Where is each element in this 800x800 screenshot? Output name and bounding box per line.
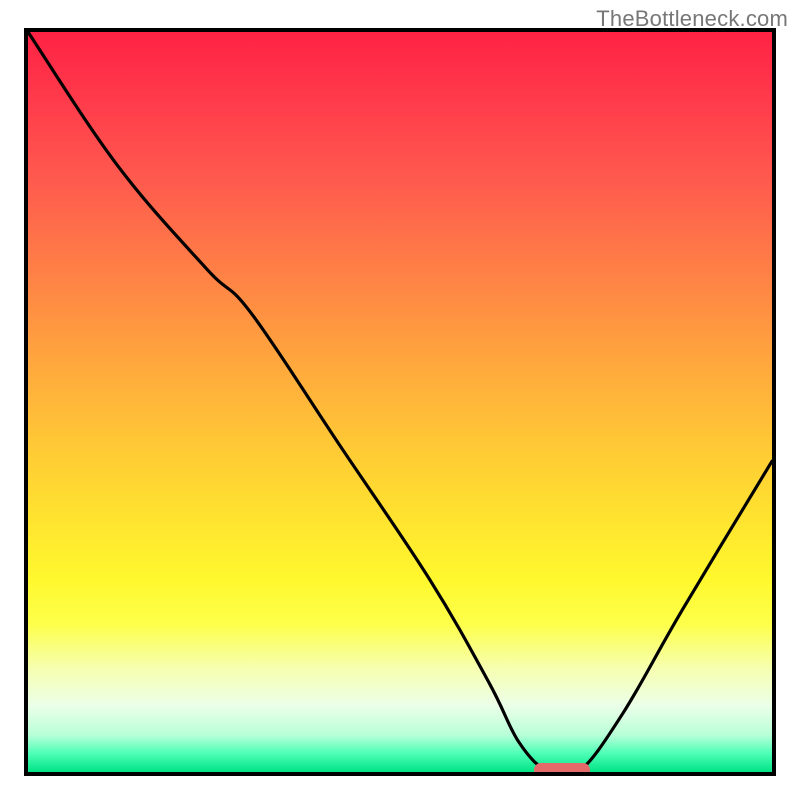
optimum-marker [534, 763, 590, 776]
curve-path [28, 32, 772, 772]
plot-area [24, 28, 776, 776]
chart-container: TheBottleneck.com [0, 0, 800, 800]
watermark-text: TheBottleneck.com [596, 6, 788, 32]
bottleneck-curve [28, 32, 772, 772]
